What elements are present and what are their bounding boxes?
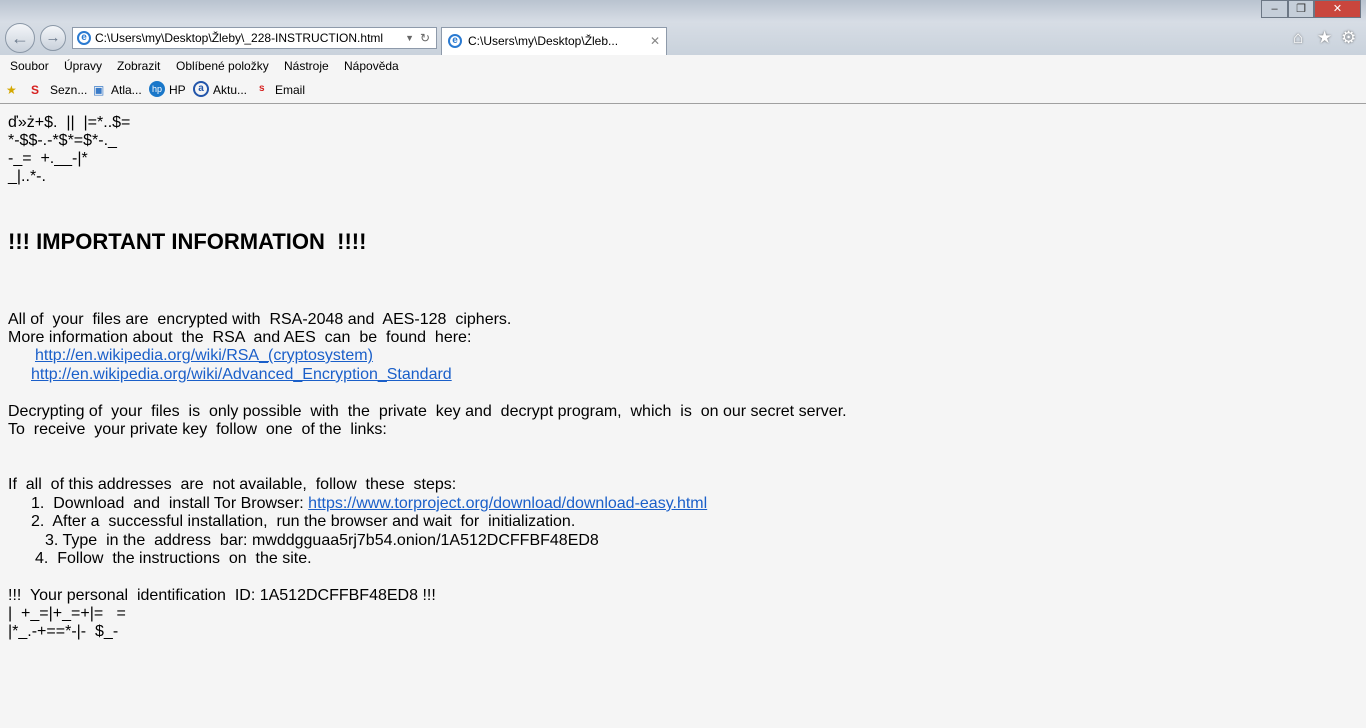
garbage-text: -_= +.__-|*	[8, 150, 88, 167]
aktualne-icon: a	[193, 81, 209, 97]
minimize-button[interactable]: –	[1261, 0, 1288, 18]
restore-button[interactable]: ❐	[1288, 0, 1314, 18]
garbage-text: | +_=|+_=+|= =	[8, 605, 126, 622]
star-icon[interactable]: ★	[1317, 28, 1332, 48]
seznam-icon: S	[31, 83, 40, 97]
paragraph: To receive your private key follow one o…	[8, 421, 387, 438]
paragraph: If all of this addresses are not availab…	[8, 476, 457, 493]
page-icon: ▣	[93, 83, 105, 97]
tor-download-link[interactable]: https://www.torproject.org/download/down…	[308, 495, 707, 512]
fav-email[interactable]: Email	[275, 83, 305, 97]
garbage-text: _|..*-.	[8, 168, 46, 185]
garbage-text: |*_.-+==*-|- $_-	[8, 623, 119, 640]
step-2: 2. After a successful installation, run …	[31, 513, 576, 530]
menu-upravy[interactable]: Úpravy	[64, 59, 102, 73]
paragraph: More information about the RSA and AES c…	[8, 329, 472, 346]
fav-seznam[interactable]: Sezn...	[50, 83, 87, 97]
step-1: 1. Download and install Tor Browser: htt…	[31, 495, 707, 513]
step-3: 3. Type in the address bar: mwddgguaa5rj…	[45, 532, 599, 549]
menu-zobrazit[interactable]: Zobrazit	[117, 59, 160, 73]
garbage-text: *-$$-.-*$*=$*-._	[8, 132, 117, 149]
fav-aktualne[interactable]: Aktu...	[213, 83, 247, 97]
fav-atlas[interactable]: Atla...	[111, 83, 142, 97]
browser-toolbar: ← → e C:\Users\my\Desktop\Žleby\_228-INS…	[0, 0, 1366, 55]
page-content: ď»ż+$. || |=*..$= *-$$-.-*$*=$*-._ -_= +…	[0, 105, 1366, 728]
home-icon[interactable]: ⌂	[1293, 28, 1303, 48]
close-window-button[interactable]: ✕	[1314, 0, 1361, 18]
hp-icon: hp	[149, 81, 165, 97]
ie-page-icon: e	[77, 31, 91, 45]
garbage-text: ď»ż+$. || |=*..$=	[8, 114, 131, 131]
refresh-icon[interactable]: ↻	[420, 28, 430, 48]
rsa-wiki-link[interactable]: http://en.wikipedia.org/wiki/RSA_(crypto…	[35, 347, 373, 365]
step-4: 4. Follow the instructions on the site.	[35, 550, 312, 567]
step-1-text: 1. Download and install Tor Browser:	[31, 495, 309, 512]
tab-active[interactable]: e C:\Users\my\Desktop\Žleb... ✕	[441, 27, 667, 55]
tab-title: C:\Users\my\Desktop\Žleb...	[468, 34, 619, 48]
aes-wiki-link[interactable]: http://en.wikipedia.org/wiki/Advanced_En…	[31, 366, 452, 384]
page-heading: !!! IMPORTANT INFORMATION !!!!	[8, 229, 367, 254]
favorites-star-icon[interactable]: ★	[6, 83, 17, 97]
menu-soubor[interactable]: Soubor	[10, 59, 49, 73]
menu-napoveda[interactable]: Nápověda	[344, 59, 399, 73]
forward-button[interactable]: →	[40, 25, 66, 51]
back-button[interactable]: ←	[5, 23, 35, 53]
menu-oblibene[interactable]: Oblíbené položky	[176, 59, 269, 73]
address-bar[interactable]: e C:\Users\my\Desktop\Žleby\_228-INSTRUC…	[72, 27, 437, 49]
email-icon: s	[259, 83, 265, 94]
paragraph: All of your files are encrypted with RSA…	[8, 311, 512, 328]
paragraph: Decrypting of your files is only possibl…	[8, 403, 847, 420]
ie-tab-icon: e	[448, 34, 462, 48]
favorites-bar: ★ S Sezn... ▣ Atla... hp HP a Aktu... s …	[0, 78, 1366, 104]
gear-icon[interactable]: ⚙	[1341, 28, 1356, 48]
fav-hp[interactable]: HP	[169, 83, 186, 97]
menu-nastroje[interactable]: Nástroje	[284, 59, 329, 73]
chevron-down-icon[interactable]: ▼	[405, 28, 414, 48]
address-text: C:\Users\my\Desktop\Žleby\_228-INSTRUCTI…	[95, 31, 384, 45]
personal-id: !!! Your personal identification ID: 1A5…	[8, 587, 436, 604]
menu-bar: Soubor Úpravy Zobrazit Oblíbené položky …	[0, 55, 1366, 78]
close-tab-icon[interactable]: ✕	[650, 28, 660, 54]
